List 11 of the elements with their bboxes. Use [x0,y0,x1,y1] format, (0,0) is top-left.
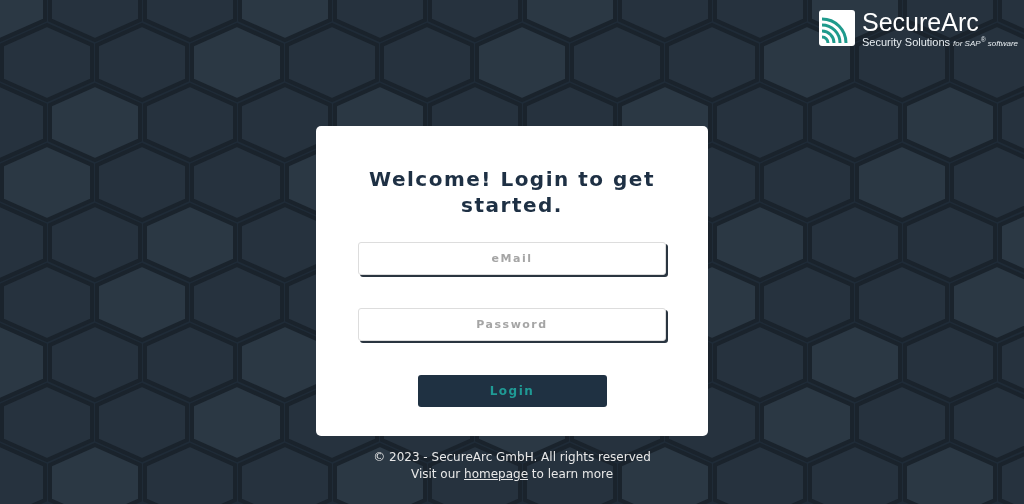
arc-logo-icon [818,9,856,47]
password-field[interactable]: Password [358,308,666,341]
brand-tagline-suffix: for SAP$^{®}$ software [953,36,1018,48]
homepage-link[interactable]: homepage [464,467,529,481]
welcome-title: Welcome! Login to get started. [368,166,656,218]
email-field[interactable]: eMail [358,242,666,275]
brand-tagline: Security Solutions [862,36,951,48]
copyright-text: © 2023 - SecureArc GmbH. All rights reserved [373,450,651,464]
brand-name: SecureArc [862,8,979,36]
login-button[interactable]: Login [417,375,607,407]
visit-homepage-text: Visit our homepage to learn more [410,467,614,481]
